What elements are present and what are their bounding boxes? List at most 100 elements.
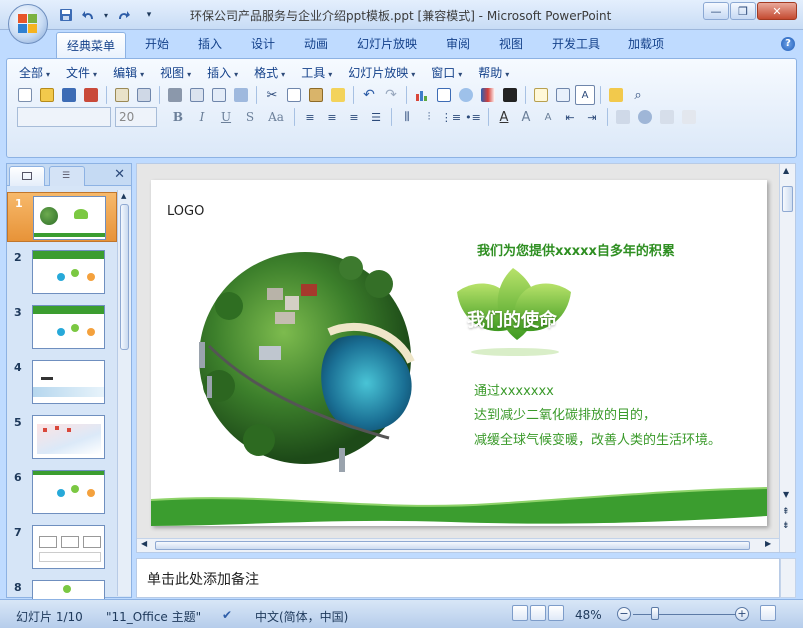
slide-headline[interactable]: 我们为您提供xxxxx自多年的积累 [477, 240, 675, 259]
zoom-in-icon[interactable]: + [735, 607, 749, 621]
tab-addins[interactable]: 加载项 [628, 35, 664, 52]
customize-qat-icon[interactable]: ▾ [142, 6, 156, 24]
zoom-slider-track[interactable] [633, 614, 741, 615]
current-slide[interactable]: LOGO 我们为您提供xxxxx自多年的积累 我们的使命 通过xxxxxxx 达… [151, 180, 767, 526]
zoom-slider-thumb[interactable] [651, 607, 659, 620]
tab-classic-menu[interactable]: 经典菜单 [56, 32, 127, 58]
new-slide-icon[interactable] [531, 85, 551, 105]
previous-slide-icon[interactable]: ⇞ [782, 508, 790, 517]
bold-button[interactable]: B [167, 107, 189, 127]
save-icon[interactable] [59, 85, 79, 105]
undo-dropdown-icon[interactable]: ▾ [102, 6, 110, 24]
scroll-up-icon[interactable]: ▲ [783, 166, 789, 175]
layout-icon[interactable] [553, 85, 573, 105]
slide-logo-text[interactable]: LOGO [167, 204, 204, 219]
thumbnail-slide-6[interactable]: 6 [7, 467, 117, 517]
fill-color-icon[interactable] [500, 85, 520, 105]
email-icon[interactable] [112, 85, 132, 105]
scroll-down-icon[interactable]: ▼ [783, 490, 789, 499]
research-icon[interactable] [231, 85, 251, 105]
tab-developer[interactable]: 开发工具 [552, 35, 600, 52]
align-left-icon[interactable]: ≡ [300, 107, 320, 127]
scroll-right-icon[interactable]: ▶ [765, 539, 771, 548]
underline-button[interactable]: U [215, 107, 237, 127]
folder-icon[interactable] [606, 85, 626, 105]
slide-body-line-3[interactable]: 减缓全球气候变暖，改善人类的生活环境。 [474, 429, 721, 448]
menu-edit[interactable]: 编辑 ▾ [109, 64, 156, 81]
notes-scrollbar[interactable] [780, 558, 796, 598]
tab-insert[interactable]: 插入 [198, 35, 222, 52]
open-icon[interactable] [37, 85, 57, 105]
text-box-icon[interactable]: A [575, 85, 595, 105]
cut-icon[interactable]: ✂ [262, 85, 282, 105]
menu-all[interactable]: 全部 ▾ [15, 64, 62, 81]
increase-indent-icon[interactable]: ⇥ [582, 107, 602, 127]
slide-mission-title[interactable]: 我们的使命 [467, 306, 557, 332]
slide-body-line-2[interactable]: 达到减少二氧化碳排放的目的， [474, 404, 656, 423]
font-color-icon[interactable]: A [494, 107, 514, 127]
tab-review[interactable]: 审阅 [446, 35, 470, 52]
undo-icon[interactable]: ↶ [359, 85, 379, 105]
justify-icon[interactable]: ☰ [366, 107, 386, 127]
scrollbar-thumb[interactable] [155, 541, 750, 550]
save-icon[interactable] [56, 6, 76, 24]
spelling-check-icon[interactable]: ✔ [222, 608, 232, 622]
outline-tab[interactable]: ☰ [49, 166, 85, 186]
chart-icon[interactable] [412, 85, 432, 105]
thumbnail-slide-2[interactable]: 2 [7, 247, 117, 297]
char-spacing-button[interactable]: Aa [263, 107, 289, 127]
tab-slideshow[interactable]: 幻灯片放映 [357, 35, 417, 52]
menu-window[interactable]: 窗口 ▾ [427, 64, 474, 81]
globe-illustration[interactable] [189, 226, 429, 486]
print-icon[interactable] [165, 85, 185, 105]
paste-icon[interactable] [306, 85, 326, 105]
help-icon[interactable]: ? [781, 37, 795, 51]
menu-file[interactable]: 文件 ▾ [62, 64, 109, 81]
decrease-indent-icon[interactable]: ⇤ [560, 107, 580, 127]
font-size-combo[interactable]: 20 [115, 107, 157, 127]
bullets-icon[interactable]: •≡ [463, 107, 483, 127]
close-icon[interactable]: ✕ [757, 2, 797, 20]
print-preview-icon[interactable] [187, 85, 207, 105]
align-text-icon[interactable]: ⫶ [419, 107, 439, 127]
tab-animation[interactable]: 动画 [304, 35, 328, 52]
web-icon[interactable] [456, 85, 476, 105]
thumbnail-slide-1[interactable]: 1 [7, 192, 117, 242]
slides-tab[interactable] [9, 166, 45, 186]
align-right-icon[interactable]: ≡ [344, 107, 364, 127]
fit-to-window-icon[interactable] [760, 605, 776, 621]
publish-icon[interactable] [134, 85, 154, 105]
next-slide-icon[interactable]: ⇟ [782, 522, 790, 531]
menu-format[interactable]: 格式 ▾ [250, 64, 297, 81]
tab-view[interactable]: 视图 [499, 35, 523, 52]
menu-view[interactable]: 视图 ▾ [156, 64, 203, 81]
menu-help[interactable]: 帮助 ▾ [474, 64, 521, 81]
numbering-icon[interactable]: ⋮≡ [441, 107, 461, 127]
zoom-level[interactable]: 48% [575, 608, 602, 622]
thumbnail-slide-7[interactable]: 7 [7, 522, 117, 572]
undo-icon[interactable] [79, 6, 99, 24]
thumbnail-slide-4[interactable]: 4 [7, 357, 117, 407]
tab-home[interactable]: 开始 [145, 35, 169, 52]
copy-icon[interactable] [284, 85, 304, 105]
language-indicator[interactable]: 中文(简体，中国) [255, 608, 348, 625]
scrollbar-thumb[interactable] [782, 186, 793, 212]
slide-horizontal-scrollbar[interactable]: ◀ ▶ [137, 538, 779, 552]
new-icon[interactable] [15, 85, 35, 105]
slide-sorter-button[interactable] [530, 605, 546, 621]
slide-body-line-1[interactable]: 通过xxxxxxx [474, 380, 554, 399]
tab-design[interactable]: 设计 [251, 35, 275, 52]
menu-slideshow[interactable]: 幻灯片放映 ▾ [344, 64, 427, 81]
scroll-left-icon[interactable]: ◀ [141, 539, 147, 548]
close-icon[interactable]: ✕ [114, 167, 125, 182]
italic-button[interactable]: I [191, 107, 213, 127]
align-center-icon[interactable]: ≡ [322, 107, 342, 127]
color-grayscale-icon[interactable] [478, 85, 498, 105]
table-icon[interactable] [434, 85, 454, 105]
format-painter-icon[interactable] [328, 85, 348, 105]
office-button[interactable] [8, 4, 48, 44]
scroll-up-icon[interactable]: ▲ [121, 192, 126, 200]
search-icon[interactable]: ⌕ [628, 85, 648, 105]
shape-fill-icon[interactable] [679, 107, 699, 127]
redo-icon[interactable]: ↷ [381, 85, 401, 105]
